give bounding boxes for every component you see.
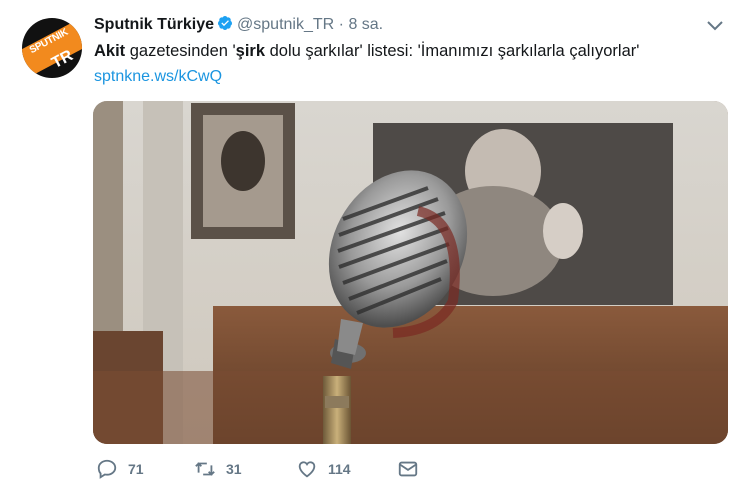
verified-badge-icon <box>218 16 233 30</box>
tweet-text-part: dolu şarkılar' listesi: 'İmanımızı şarkı… <box>265 42 640 60</box>
separator-dot: · <box>338 16 344 33</box>
timestamp[interactable]: 8 sa. <box>348 16 383 33</box>
tweet-header: Sputnik Türkiye @sputnik_TR · 8 sa. <box>94 15 383 34</box>
reply-count: 71 <box>128 461 144 477</box>
tweet-image[interactable] <box>93 101 728 444</box>
direct-message-button[interactable] <box>397 458 419 480</box>
envelope-icon <box>398 461 418 477</box>
display-name[interactable]: Sputnik Türkiye <box>94 16 214 33</box>
tweet-text: Akit gazetesinden 'şirk dolu şarkılar' l… <box>94 42 639 61</box>
handle[interactable]: @sputnik_TR <box>237 16 334 33</box>
heart-icon <box>298 461 316 478</box>
reply-button[interactable]: 71 <box>96 458 144 480</box>
retweet-button[interactable]: 31 <box>194 458 242 480</box>
tweet-text-part: şirk <box>235 42 266 60</box>
avatar[interactable]: SPUTNIK TR <box>22 18 82 78</box>
tweet-text-part: Akit <box>94 42 126 60</box>
like-count: 114 <box>328 461 351 477</box>
retweet-count: 31 <box>226 461 242 477</box>
microphone-photo <box>93 101 728 444</box>
tweet: SPUTNIK TR Sputnik Türkiye @sputnik_TR ·… <box>0 0 740 498</box>
like-button[interactable]: 114 <box>296 458 351 480</box>
tweet-text-part: gazetesinden ' <box>125 42 236 60</box>
tweet-link[interactable]: sptnkne.ws/kCwQ <box>94 68 222 86</box>
chevron-down-icon[interactable] <box>706 19 724 33</box>
reply-icon <box>97 459 117 479</box>
retweet-icon <box>195 462 215 476</box>
